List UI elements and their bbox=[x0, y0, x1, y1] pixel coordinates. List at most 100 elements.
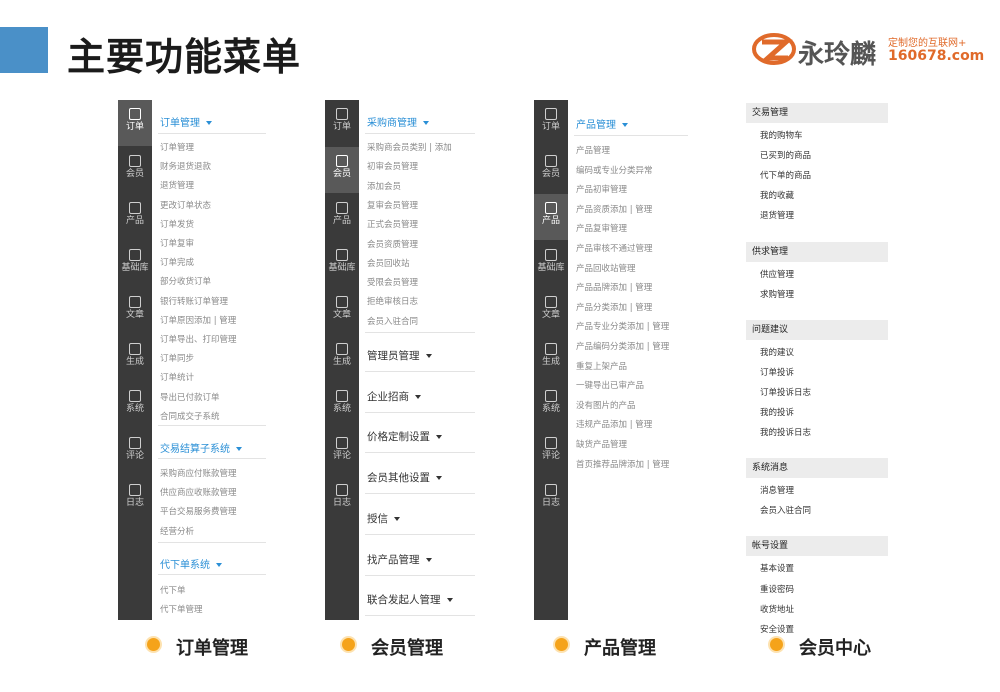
menu-item[interactable]: 经营分析 bbox=[160, 525, 194, 537]
menu-item[interactable]: 受限会员管理 bbox=[367, 276, 418, 288]
menu-section-collapsed[interactable]: 价格定制设置 bbox=[367, 429, 442, 444]
sidebar-item[interactable]: 评论 bbox=[534, 429, 568, 475]
center-group-header[interactable]: 问题建议 bbox=[746, 319, 888, 340]
sidebar-item[interactable]: 基础库 bbox=[118, 241, 152, 287]
center-group-header[interactable]: 供求管理 bbox=[746, 241, 888, 262]
center-menu-item[interactable]: 代下单的商品 bbox=[760, 169, 811, 181]
menu-item[interactable]: 一键导出已审产品 bbox=[576, 379, 644, 391]
menu-section-order[interactable]: 订单管理 bbox=[160, 114, 212, 129]
sidebar-item[interactable]: 产品 bbox=[118, 194, 152, 240]
sidebar-item[interactable]: 订单 bbox=[325, 100, 359, 146]
sidebar-item[interactable]: 文章 bbox=[325, 288, 359, 334]
center-menu-item[interactable]: 求购管理 bbox=[760, 288, 794, 300]
menu-item[interactable]: 采购商会员类别 | 添加 bbox=[367, 141, 452, 153]
center-menu-item[interactable]: 订单投诉日志 bbox=[760, 386, 811, 398]
menu-item[interactable]: 缺货产品管理 bbox=[576, 438, 627, 450]
menu-item[interactable]: 采购商应付账款管理 bbox=[160, 467, 237, 479]
menu-item[interactable]: 违规产品添加 | 管理 bbox=[576, 418, 652, 430]
sidebar-item[interactable]: 评论 bbox=[325, 429, 359, 475]
menu-section-collapsed[interactable]: 授信 bbox=[367, 511, 400, 526]
menu-item[interactable]: 产品分类添加 | 管理 bbox=[576, 301, 652, 313]
menu-item[interactable]: 订单统计 bbox=[160, 371, 194, 383]
menu-item[interactable]: 订单复审 bbox=[160, 237, 194, 249]
menu-section-settlement[interactable]: 交易结算子系统 bbox=[160, 440, 242, 455]
menu-item[interactable]: 首页推荐品牌添加 | 管理 bbox=[576, 458, 669, 470]
menu-section-buyer[interactable]: 采购商管理 bbox=[367, 114, 429, 129]
menu-item[interactable]: 供应商应收账款管理 bbox=[160, 486, 237, 498]
center-menu-item[interactable]: 我的建议 bbox=[760, 346, 794, 358]
sidebar-item[interactable]: 产品 bbox=[325, 194, 359, 240]
menu-item[interactable]: 财务退货退款 bbox=[160, 160, 211, 172]
sidebar-item[interactable]: 文章 bbox=[118, 288, 152, 334]
sidebar-item[interactable]: 生成 bbox=[118, 335, 152, 381]
menu-item[interactable]: 编码或专业分类异常 bbox=[576, 164, 653, 176]
sidebar-item[interactable]: 系统 bbox=[534, 382, 568, 428]
menu-section-collapsed[interactable]: 企业招商 bbox=[367, 389, 421, 404]
center-group-header[interactable]: 系统消息 bbox=[746, 458, 888, 479]
sidebar-item[interactable]: 基础库 bbox=[534, 241, 568, 287]
center-menu-item[interactable]: 安全设置 bbox=[760, 623, 794, 635]
center-menu-item[interactable]: 我的购物车 bbox=[760, 129, 803, 141]
menu-item[interactable]: 部分收货订单 bbox=[160, 275, 211, 287]
menu-section-collapsed[interactable]: 管理员管理 bbox=[367, 348, 432, 363]
menu-item[interactable]: 银行转账订单管理 bbox=[160, 295, 228, 307]
menu-item[interactable]: 产品审核不通过管理 bbox=[576, 242, 653, 254]
center-menu-item[interactable]: 基本设置 bbox=[760, 562, 794, 574]
sidebar-item[interactable]: 会员 bbox=[118, 147, 152, 193]
menu-section-product[interactable]: 产品管理 bbox=[576, 116, 628, 131]
center-menu-item[interactable]: 消息管理 bbox=[760, 484, 794, 496]
menu-item[interactable]: 会员回收站 bbox=[367, 257, 410, 269]
menu-item[interactable]: 添加会员 bbox=[367, 180, 401, 192]
menu-item[interactable]: 订单同步 bbox=[160, 352, 194, 364]
sidebar-item[interactable]: 基础库 bbox=[325, 241, 359, 287]
menu-item[interactable]: 产品编码分类添加 | 管理 bbox=[576, 340, 669, 352]
center-group-header[interactable]: 帐号设置 bbox=[746, 536, 888, 557]
menu-item[interactable]: 产品回收站管理 bbox=[576, 262, 636, 274]
sidebar-item[interactable]: 系统 bbox=[325, 382, 359, 428]
menu-item[interactable]: 产品专业分类添加 | 管理 bbox=[576, 320, 669, 332]
menu-item[interactable]: 订单完成 bbox=[160, 256, 194, 268]
sidebar-item[interactable]: 订单 bbox=[118, 100, 152, 146]
sidebar-item[interactable]: 日志 bbox=[534, 476, 568, 522]
sidebar-item[interactable]: 文章 bbox=[534, 288, 568, 334]
menu-item[interactable]: 更改订单状态 bbox=[160, 199, 211, 211]
menu-item[interactable]: 产品初审管理 bbox=[576, 183, 627, 195]
sidebar-item[interactable]: 日志 bbox=[325, 476, 359, 522]
menu-item[interactable]: 复审会员管理 bbox=[367, 199, 418, 211]
center-menu-item[interactable]: 会员入驻合同 bbox=[760, 504, 811, 516]
menu-section-proxy-order[interactable]: 代下单系统 bbox=[160, 556, 222, 571]
menu-item[interactable]: 产品品牌添加 | 管理 bbox=[576, 281, 652, 293]
menu-item[interactable]: 没有图片的产品 bbox=[576, 399, 636, 411]
sidebar-item[interactable]: 生成 bbox=[534, 335, 568, 381]
menu-item[interactable]: 代下单管理 bbox=[160, 603, 203, 615]
menu-section-collapsed[interactable]: 找产品管理 bbox=[367, 552, 432, 567]
menu-item[interactable]: 正式会员管理 bbox=[367, 218, 418, 230]
menu-item[interactable]: 拒绝审核日志 bbox=[367, 295, 418, 307]
center-menu-item[interactable]: 已买到的商品 bbox=[760, 149, 811, 161]
sidebar-item[interactable]: 日志 bbox=[118, 476, 152, 522]
sidebar-item[interactable]: 产品 bbox=[534, 194, 568, 240]
menu-item[interactable]: 订单管理 bbox=[160, 141, 194, 153]
menu-item[interactable]: 订单发货 bbox=[160, 218, 194, 230]
menu-item[interactable]: 订单导出、打印管理 bbox=[160, 333, 237, 345]
sidebar-item[interactable]: 系统 bbox=[118, 382, 152, 428]
center-menu-item[interactable]: 重设密码 bbox=[760, 583, 794, 595]
menu-item[interactable]: 会员入驻合同 bbox=[367, 315, 418, 327]
sidebar-item[interactable]: 生成 bbox=[325, 335, 359, 381]
sidebar-item[interactable]: 评论 bbox=[118, 429, 152, 475]
menu-item[interactable]: 产品管理 bbox=[576, 144, 610, 156]
center-menu-item[interactable]: 订单投诉 bbox=[760, 366, 794, 378]
menu-item[interactable]: 订单原因添加 | 管理 bbox=[160, 314, 236, 326]
sidebar-item[interactable]: 订单 bbox=[534, 100, 568, 146]
center-menu-item[interactable]: 我的投诉 bbox=[760, 406, 794, 418]
menu-item[interactable]: 平台交易服务费管理 bbox=[160, 505, 237, 517]
menu-item[interactable]: 导出已付款订单 bbox=[160, 391, 220, 403]
menu-item[interactable]: 合同成交子系统 bbox=[160, 410, 220, 422]
sidebar-item[interactable]: 会员 bbox=[534, 147, 568, 193]
menu-item[interactable]: 退货管理 bbox=[160, 179, 194, 191]
center-menu-item[interactable]: 供应管理 bbox=[760, 268, 794, 280]
menu-item[interactable]: 代下单 bbox=[160, 584, 186, 596]
sidebar-item[interactable]: 会员 bbox=[325, 147, 359, 193]
menu-section-collapsed[interactable]: 联合发起人管理 bbox=[367, 592, 453, 607]
menu-item[interactable]: 会员资质管理 bbox=[367, 238, 418, 250]
